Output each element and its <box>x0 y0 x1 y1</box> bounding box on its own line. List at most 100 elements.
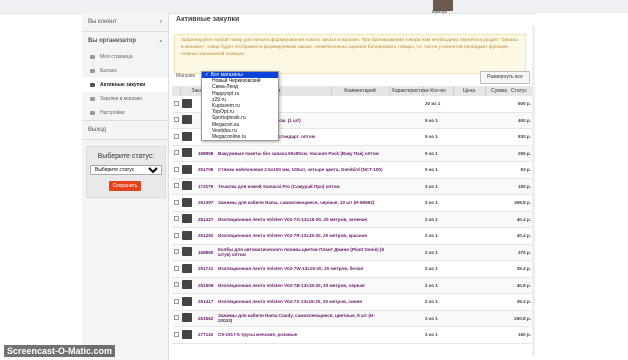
store-dropdown[interactable]: ✓ Все магазины Новый Черкизовский Сима-Лен… <box>201 71 279 142</box>
row-sum: 40.8 р. <box>485 277 533 294</box>
sidebar-logout[interactable]: Выход <box>82 120 168 140</box>
row-qty: 2 из 1 <box>423 227 453 245</box>
select-all-column[interactable] <box>172 86 181 96</box>
table-row[interactable]: 168958 Вакуумные пакеты без запаха 60х80с… <box>172 145 533 162</box>
row-id[interactable]: 251417 <box>196 293 216 311</box>
row-thumb[interactable] <box>180 161 196 179</box>
row-checkbox[interactable] <box>172 96 180 113</box>
row-checkbox[interactable] <box>172 260 180 278</box>
row-checkbox[interactable] <box>172 128 180 146</box>
row-thumb[interactable] <box>180 260 196 278</box>
table-row[interactable]: 251509 Изоляционная лента Volsten V02-7B-… <box>172 277 533 294</box>
row-thumb[interactable] <box>180 128 196 146</box>
table-row[interactable]: 251708 Стяжка нейлоновая 2.5х100 мм, 100ш… <box>172 161 533 179</box>
row-sum: 400 р. <box>485 112 533 129</box>
row-sum: 830 р. <box>485 128 533 146</box>
column-price[interactable]: Цена <box>453 86 486 96</box>
sidebar-organizer[interactable]: Вы организатор ▴ <box>82 32 168 50</box>
table-row[interactable]: 251292 Изоляционная лента Volsten V02-7R-… <box>172 227 533 245</box>
row-id[interactable]: 251292 <box>196 227 216 245</box>
row-thumb[interactable] <box>180 227 196 245</box>
row-checkbox[interactable] <box>172 161 180 179</box>
row-checkbox[interactable] <box>172 227 180 245</box>
row-price <box>453 227 485 245</box>
row-thumb[interactable] <box>180 326 196 344</box>
row-name[interactable]: Изоляционная лента Volsten V02-7G-13x15-… <box>216 211 389 228</box>
table-row[interactable]: 251662 Зажимы для кабеля Hama Candy, само… <box>172 310 533 327</box>
row-checkbox[interactable] <box>172 145 180 162</box>
row-checkbox[interactable] <box>172 211 180 228</box>
row-thumb[interactable] <box>180 178 196 195</box>
table-row[interactable]: 277116 С9-1917-5 трусы женские, розовые 2 … <box>172 326 533 344</box>
sidebar-item-settings[interactable]: Настройки <box>82 106 168 120</box>
row-qty: 3 из 1 <box>423 178 453 195</box>
top-bar: Викторо <box>0 0 628 14</box>
row-thumb[interactable] <box>180 96 196 113</box>
sidebar-item-store-purchases[interactable]: Закупки в магазин <box>82 92 168 106</box>
row-thumb[interactable] <box>180 293 196 311</box>
row-sum: 369.8 р. <box>485 194 533 212</box>
row-price <box>453 211 485 228</box>
dropdown-option[interactable]: Megaconline.ru <box>202 134 278 140</box>
row-name[interactable]: Вакуумные пакеты без запаха 60х80см. Vac… <box>216 145 389 162</box>
table-row[interactable]: 251721 Изоляционная лента Volsten V02-7W-… <box>172 260 533 278</box>
table-row[interactable]: 251397 Зажимы для кабеля Hama, самоклеющи… <box>172 194 533 212</box>
row-name[interactable]: Изоляционная лента Volsten V02-7W-13x15-… <box>216 260 389 278</box>
expand-all-button[interactable]: Развернуть все <box>480 71 530 84</box>
row-thumb[interactable] <box>180 244 196 261</box>
row-name[interactable]: Точилка для ножей Samurai Pro (Самурай П… <box>216 178 389 195</box>
sidebar-item-active-purchases[interactable]: Активные закупки <box>82 78 168 92</box>
row-characteristic <box>389 326 423 344</box>
main-content: Активные закупки Забронируйте любой това… <box>170 13 535 360</box>
row-name[interactable]: Изоляционная лента Volsten V02-7S-13x15-… <box>216 293 389 311</box>
row-price <box>453 178 485 195</box>
row-checkbox[interactable] <box>172 326 180 344</box>
row-name[interactable]: С9-1917-5 трусы женские, розовые <box>216 326 389 344</box>
row-thumb[interactable] <box>180 211 196 228</box>
row-name[interactable]: Зажимы для кабеля Hama, самоклеющиеся, ч… <box>216 194 389 212</box>
row-price <box>453 260 485 278</box>
row-id[interactable]: 251662 <box>196 310 216 327</box>
row-id[interactable]: 168958 <box>196 145 216 162</box>
table-row[interactable]: 168860 Колбы для автоматического полива ц… <box>172 244 533 261</box>
row-id[interactable]: 168860 <box>196 244 216 261</box>
row-name[interactable]: Колбы для автоматического полива цветов … <box>216 244 389 261</box>
column-characteristic[interactable]: Характеристика <box>389 86 429 96</box>
row-thumb[interactable] <box>180 310 196 327</box>
row-id[interactable]: 251721 <box>196 260 216 278</box>
sidebar-item-my-page[interactable]: Моя страница <box>82 50 168 64</box>
row-name[interactable]: Изоляционная лента Volsten V02-7B-13x15-… <box>216 277 389 294</box>
row-checkbox[interactable] <box>172 178 180 195</box>
table-row[interactable]: 251417 Изоляционная лента Volsten V02-7S-… <box>172 293 533 311</box>
row-id[interactable]: 251509 <box>196 277 216 294</box>
table-row[interactable]: 251427 Изоляционная лента Volsten V02-7G-… <box>172 211 533 228</box>
row-checkbox[interactable] <box>172 293 180 311</box>
row-checkbox[interactable] <box>172 112 180 129</box>
column-sum-status[interactable]: Сумма Статус <box>485 86 534 96</box>
row-characteristic <box>389 145 423 162</box>
sidebar-item-balance[interactable]: Баланс <box>82 64 168 78</box>
row-id[interactable]: 251427 <box>196 211 216 228</box>
save-button[interactable]: Сохранить <box>109 181 141 191</box>
table-row[interactable]: 173179 Точилка для ножей Samurai Pro (Сам… <box>172 178 533 195</box>
row-checkbox[interactable] <box>172 277 180 294</box>
row-checkbox[interactable] <box>172 194 180 212</box>
row-checkbox[interactable] <box>172 310 180 327</box>
row-checkbox[interactable] <box>172 244 180 261</box>
row-name[interactable]: Стяжка нейлоновая 2.5х100 мм, 100шт, чет… <box>216 161 389 179</box>
column-comment[interactable]: Комментарий <box>331 86 390 96</box>
row-thumb[interactable] <box>180 112 196 129</box>
row-id[interactable]: 251708 <box>196 161 216 179</box>
sidebar-client[interactable]: Вы клиент ▾ <box>82 13 168 32</box>
row-qty: 2 из 1 <box>423 326 453 344</box>
column-sum-label: Сумма <box>491 88 507 94</box>
row-thumb[interactable] <box>180 194 196 212</box>
row-thumb[interactable] <box>180 277 196 294</box>
row-id[interactable]: 173179 <box>196 178 216 195</box>
row-id[interactable]: 251397 <box>196 194 216 212</box>
status-select[interactable]: Выберите статус <box>90 165 162 175</box>
row-id[interactable]: 277116 <box>196 326 216 344</box>
row-name[interactable]: Изоляционная лента Volsten V02-7R-13x15-… <box>216 227 389 245</box>
row-name[interactable]: Зажимы для кабеля Hama Candy, самоклеющи… <box>216 310 389 327</box>
row-thumb[interactable] <box>180 145 196 162</box>
